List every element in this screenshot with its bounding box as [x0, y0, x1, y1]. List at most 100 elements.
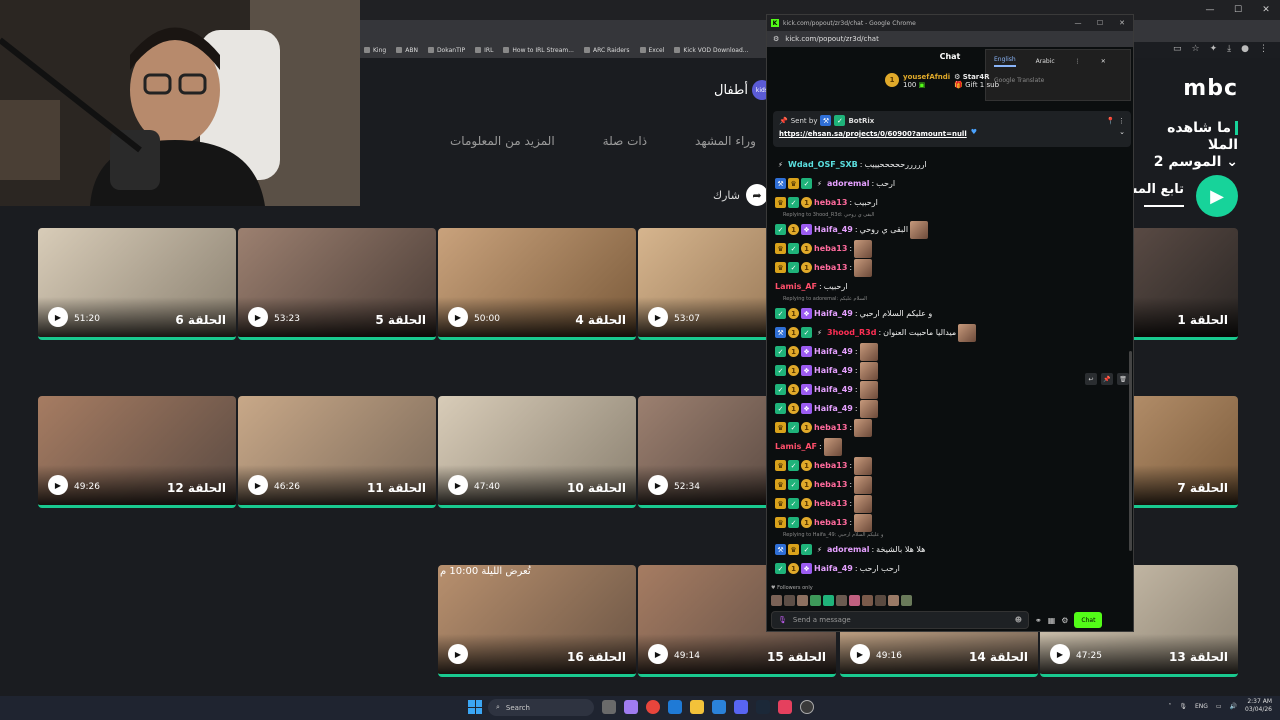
bookmark-item[interactable]: ARC Raiders	[583, 47, 630, 54]
reply-context[interactable]: Replying to Haifa_49: و عليكم السلام ارح…	[775, 532, 1127, 540]
recent-emote-icon[interactable]	[810, 595, 821, 606]
task-view-icon[interactable]	[602, 700, 616, 714]
play-icon[interactable]: ▶	[248, 475, 268, 495]
play-icon[interactable]: ▶	[48, 475, 68, 495]
share-button[interactable]: شارك ➦	[713, 184, 768, 206]
pinned-link[interactable]: https://ehsan.sa/projects/0/60900?amount…	[779, 130, 967, 138]
chat-username[interactable]: heba13	[814, 244, 847, 253]
chat-message[interactable]: ✓ 1 ❖ Haifa_49:	[775, 361, 1127, 380]
chat-message[interactable]: ♛ ✓ 1 heba13:	[775, 494, 1127, 513]
kids-nav-link[interactable]: أطفال kids	[714, 80, 772, 100]
store-icon[interactable]	[712, 700, 726, 714]
chat-message[interactable]: ♛ ✓ 1 heba13:	[775, 456, 1127, 475]
recent-emote-icon[interactable]	[797, 595, 808, 606]
recent-emote-icon[interactable]	[875, 595, 886, 606]
tab-related[interactable]: ذات صلة	[603, 134, 647, 148]
bookmark-item[interactable]: ABN	[396, 47, 418, 54]
recent-emote-icon[interactable]	[836, 595, 847, 606]
chat-username[interactable]: Haifa_49	[814, 309, 853, 318]
kick-coins-icon[interactable]: ⚭	[1035, 616, 1042, 625]
network-icon[interactable]: ▭	[1216, 703, 1222, 710]
episode-card[interactable]: ▶ 46:26 الحلقة 11	[238, 396, 436, 508]
play-icon[interactable]: ▶	[448, 644, 468, 664]
chat-username[interactable]: heba13	[814, 499, 847, 508]
chat-message[interactable]: ♛ ✓ 1 heba13:	[775, 239, 1127, 258]
chat-username[interactable]: 3hood_R3d	[827, 328, 876, 337]
mbc-logo[interactable]: mbc	[1183, 76, 1238, 101]
mic-icon[interactable]: 🎙	[778, 616, 787, 624]
download-icon[interactable]: ⤓	[1227, 44, 1231, 54]
recent-emote-icon[interactable]	[888, 595, 899, 606]
delete-icon[interactable]: 🗑	[1117, 373, 1129, 385]
chat-message[interactable]: ♛ ✓ 1 heba13: ارحبيب	[775, 193, 1127, 212]
chat-message[interactable]: ♛ ✓ 1 heba13:	[775, 513, 1127, 532]
microphone-icon[interactable]: 🎙	[1179, 703, 1187, 710]
taskbar-search[interactable]: ⌕ Search	[488, 699, 594, 716]
more-options-icon[interactable]: ⋮	[1118, 117, 1125, 125]
chrome-icon[interactable]	[646, 700, 660, 714]
cast-icon[interactable]: ▭	[1173, 44, 1182, 54]
settings-icon[interactable]: ⚙	[1061, 616, 1068, 625]
chat-scrollbar[interactable]	[1129, 351, 1132, 551]
close-icon[interactable]: ✕	[1252, 0, 1280, 20]
bookmark-item[interactable]: Kick VOD Download...	[674, 47, 749, 54]
chat-username[interactable]: Haifa_49	[814, 347, 853, 356]
chat-message[interactable]: ✓ 1 ❖ Haifa_49:	[775, 342, 1127, 361]
chevron-down-icon[interactable]: ⌄	[1221, 154, 1238, 170]
chat-message[interactable]: ⚒ ♛ ✓ ⚡ adoremal: ارحب	[775, 174, 1127, 193]
recent-emote-icon[interactable]	[901, 595, 912, 606]
reply-context[interactable]: Replying to 3hood_R3d: البقى ي روحي	[775, 212, 1127, 220]
play-icon[interactable]: ▶	[648, 307, 668, 327]
gift-icon[interactable]: ▦	[1048, 616, 1056, 625]
chat-username[interactable]: heba13	[814, 263, 847, 272]
reply-context[interactable]: Replying to adoremal: السلام عليكم	[775, 296, 1127, 304]
recent-emote-icon[interactable]	[849, 595, 860, 606]
episode-card[interactable]: ▶ 53:23 الحلقة 5	[238, 228, 436, 340]
episode-card[interactable]: ▶ 47:40 الحلقة 10	[438, 396, 636, 508]
steam-icon[interactable]	[756, 700, 770, 714]
episode-card[interactable]: ▶ 50:00 الحلقة 4	[438, 228, 636, 340]
chat-username[interactable]: Haifa_49	[814, 385, 853, 394]
bookmark-item[interactable]: King	[364, 47, 386, 54]
chat-username[interactable]: Haifa_49	[814, 564, 853, 573]
chat-message[interactable]: ⚡ Wdad_OSF_SXB: ارررررحححححيييب	[775, 155, 1127, 174]
chat-username[interactable]: Haifa_49	[814, 225, 853, 234]
reply-icon[interactable]: ↩	[1085, 373, 1097, 385]
discord-icon[interactable]	[734, 700, 748, 714]
language-indicator[interactable]: ENG	[1195, 703, 1208, 710]
episode-card[interactable]: ▶ الحلقة 16	[438, 565, 636, 677]
chat-username[interactable]: Haifa_49	[814, 366, 853, 375]
bookmark-item[interactable]: DokanTIP	[427, 47, 465, 54]
play-icon[interactable]: ▶	[1050, 644, 1070, 664]
extensions-icon[interactable]: ✦	[1210, 44, 1218, 54]
recent-emote-icon[interactable]	[862, 595, 873, 606]
recent-emote-icon[interactable]	[823, 595, 834, 606]
chat-username[interactable]: heba13	[814, 461, 847, 470]
chevron-down-icon[interactable]: ⌄	[1119, 128, 1125, 136]
taskbar-clock[interactable]: 2:37 AM 03/04/26	[1245, 698, 1272, 714]
close-icon[interactable]: ✕	[1101, 58, 1106, 65]
maximize-icon[interactable]: ☐	[1224, 0, 1252, 20]
chat-message[interactable]: ✓ 1 ❖ Haifa_49:	[775, 380, 1127, 399]
recent-emote-icon[interactable]	[784, 595, 795, 606]
bookmark-item[interactable]: IRL	[475, 47, 493, 54]
chat-username[interactable]: heba13	[814, 518, 847, 527]
chat-message-input[interactable]: 🎙 Send a message ☻	[771, 611, 1029, 629]
chat-message[interactable]: ⚒ ♛ ✓ ⚡ adoremal: هلا هلا بالشيخة	[775, 540, 1127, 559]
volume-icon[interactable]: 🔊	[1230, 703, 1237, 710]
translate-arabic-tab[interactable]: Arabic	[1036, 58, 1055, 65]
unpin-icon[interactable]: 📍	[1106, 117, 1115, 125]
tab-more-info[interactable]: المزيد من المعلومات	[450, 134, 555, 148]
chat-username[interactable]: Lamis_AF	[775, 442, 817, 451]
site-info-icon[interactable]: ⚙	[773, 35, 779, 43]
play-icon[interactable]: ▶	[448, 307, 468, 327]
chat-message[interactable]: ✓ 1 ❖ Haifa_49: البقى ي روحي	[775, 220, 1127, 239]
chat-message[interactable]: ✓ 1 ❖ Haifa_49:	[775, 399, 1127, 418]
send-chat-button[interactable]: Chat	[1074, 612, 1103, 628]
episode-card[interactable]: ▶ 49:26 الحلقة 12	[38, 396, 236, 508]
close-icon[interactable]: ✕	[1111, 19, 1133, 27]
file-explorer-icon[interactable]	[690, 700, 704, 714]
star-icon[interactable]: ☆	[1192, 44, 1200, 54]
obs-icon[interactable]	[800, 700, 814, 714]
chat-message[interactable]: ✓ 1 ❖ Haifa_49: و عليكم السلام ارحبي	[775, 304, 1127, 323]
